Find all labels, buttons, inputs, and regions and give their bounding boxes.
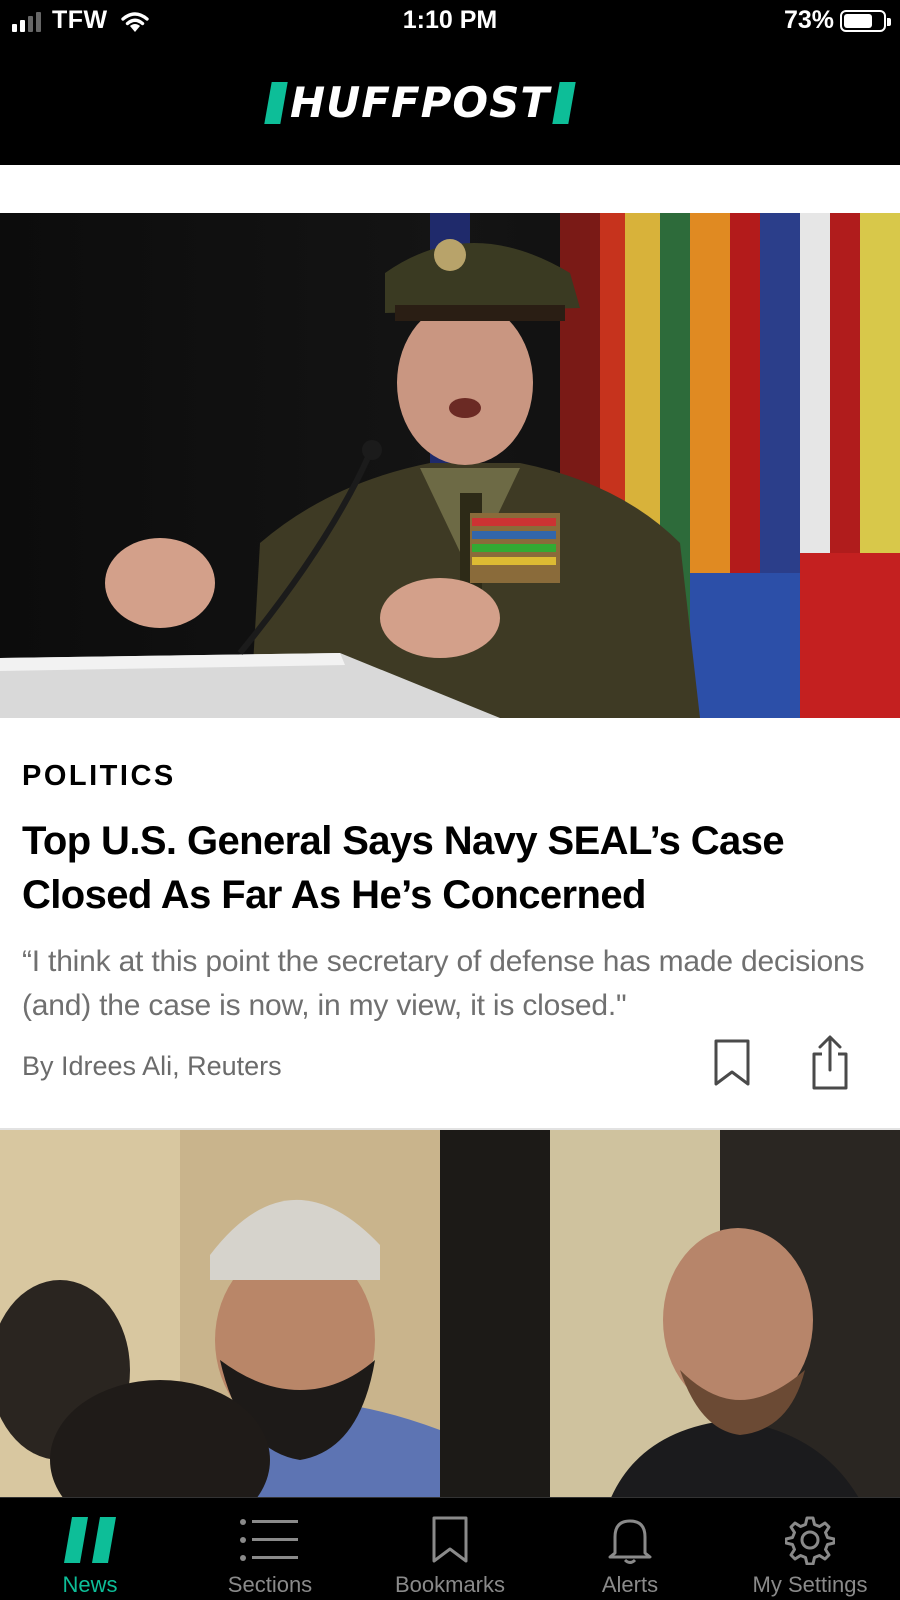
huffpost-logo[interactable]: HUFFPOST	[264, 78, 576, 127]
list-icon	[240, 1519, 298, 1561]
article-card[interactable]: POLITICS Top U.S. General Says Navy SEAL…	[0, 718, 900, 1123]
article-hero-image[interactable]	[0, 213, 900, 718]
bottom-tab-bar: News Sections Bookmarks Alerts My Settin…	[0, 1497, 900, 1600]
tab-bookmarks[interactable]: Bookmarks	[360, 1498, 540, 1600]
logo-right-bar	[552, 82, 576, 124]
huffpost-news-icon	[64, 1517, 116, 1563]
tab-my-settings[interactable]: My Settings	[720, 1498, 900, 1600]
news-feed[interactable]: POLITICS Top U.S. General Says Navy SEAL…	[0, 165, 900, 1497]
status-bar: TFW 1:10 PM 73%	[0, 0, 900, 44]
article-dek: “I think at this point the secretary of …	[22, 945, 865, 1022]
app-header: HUFFPOST	[0, 44, 900, 165]
battery-fill	[844, 13, 872, 28]
logo-wordmark: HUFFPOST	[290, 78, 551, 127]
article-byline: By Idrees Ali, Reuters	[22, 1051, 282, 1081]
tab-news[interactable]: News	[0, 1498, 180, 1600]
article-section-label[interactable]: POLITICS	[22, 760, 176, 793]
bookmark-icon	[432, 1516, 468, 1563]
tab-bookmarks-label: Bookmarks	[394, 1572, 506, 1597]
article-headline[interactable]: Top U.S. General Says Navy SEAL’s Case C…	[22, 814, 862, 922]
gear-icon	[785, 1516, 835, 1565]
status-right: 73%	[783, 6, 891, 35]
bell-icon	[608, 1519, 652, 1564]
tab-sections[interactable]: Sections	[180, 1498, 360, 1600]
tab-news-label: News	[62, 1572, 118, 1597]
battery-percent: 73%	[783, 6, 834, 34]
bookmark-icon[interactable]	[712, 1038, 752, 1088]
tab-alerts-label: Alerts	[601, 1572, 659, 1597]
logo-left-bar	[264, 82, 288, 124]
tab-my-settings-label: My Settings	[752, 1572, 868, 1597]
battery-icon	[840, 9, 891, 32]
article-image-2[interactable]	[0, 1130, 900, 1497]
tab-sections-label: Sections	[227, 1572, 313, 1597]
share-icon[interactable]	[808, 1034, 852, 1092]
tab-alerts[interactable]: Alerts	[540, 1498, 720, 1600]
status-time: 1:10 PM	[402, 6, 498, 34]
